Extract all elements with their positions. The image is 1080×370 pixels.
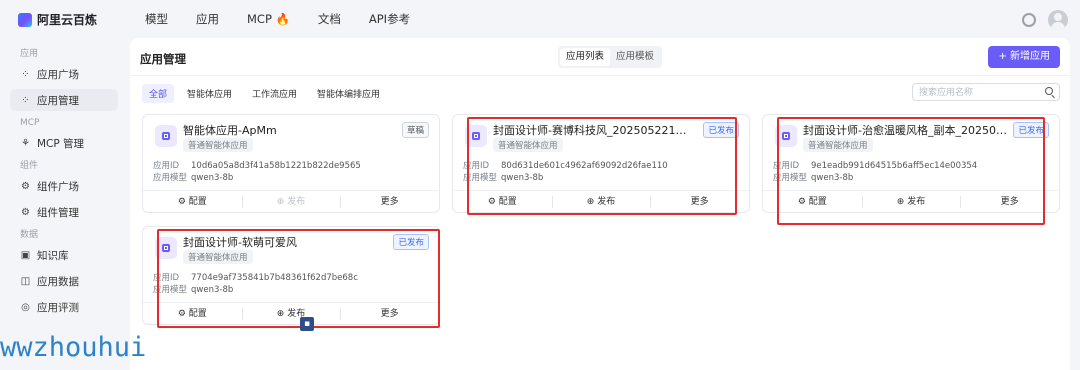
eval-icon: ◎: [21, 301, 30, 313]
filter-agent-apps[interactable]: 智能体应用: [180, 84, 239, 103]
status-badge: 草稿: [401, 122, 429, 138]
view-switch: 应用列表 应用模板: [558, 46, 663, 68]
grid-icon: ⁘: [21, 94, 30, 106]
highlight-box: [467, 117, 737, 215]
search-box: [912, 83, 1060, 101]
app-model-label: 应用模型: [153, 173, 188, 183]
sidebar-item-label: 应用数据: [37, 275, 79, 288]
tab-app-list[interactable]: 应用列表: [560, 48, 611, 66]
new-app-button[interactable]: + 新增应用: [988, 46, 1060, 68]
nav-item-mcp[interactable]: MCP 🔥: [247, 12, 290, 26]
sidebar-item-component-management[interactable]: ⚙ 组件管理: [10, 201, 118, 223]
nav-item-mcp-label: MCP: [247, 12, 272, 26]
search-icon[interactable]: [1045, 87, 1053, 95]
grid-icon: ⁘: [21, 68, 30, 80]
app-card[interactable]: 智能体应用-ApMm 普通智能体应用 草稿 应用ID 10d6a05a8d3f41…: [142, 114, 440, 213]
sidebar-item-component-plaza[interactable]: ⚙ 组件广场: [10, 175, 118, 197]
avatar[interactable]: [1048, 10, 1068, 30]
fire-icon: 🔥: [275, 12, 290, 26]
top-nav: 模型 应用 MCP 🔥 文档 API参考: [145, 0, 438, 38]
nav-item-docs[interactable]: 文档: [318, 11, 341, 27]
filter-workflow-apps[interactable]: 工作流应用: [245, 84, 304, 103]
sidebar-item-mcp-management[interactable]: ⚘ MCP 管理: [10, 132, 118, 154]
tab-app-templates[interactable]: 应用模板: [610, 48, 660, 66]
watermark: wwzhouhui: [0, 332, 147, 363]
app-model-value: qwen3-8b: [191, 173, 234, 183]
logo-icon: [18, 12, 32, 27]
app-id-value: 10d6a05a8d3f41a58b1221b822de9565: [191, 161, 361, 171]
app-type-tag: 普通智能体应用: [183, 138, 253, 152]
sidebar-item-label: 应用评测: [37, 301, 79, 314]
sidebar-item-label: 应用管理: [37, 94, 79, 107]
sidebar-item-app-plaza[interactable]: ⁘ 应用广场: [10, 63, 118, 85]
highlight-box: [157, 229, 440, 328]
sidebar-item-label: 应用广场: [37, 68, 79, 81]
app-id-label: 应用ID: [153, 161, 180, 171]
filter-orchestration-apps[interactable]: 智能体编排应用: [310, 84, 387, 103]
sidebar-item-label: 组件管理: [37, 206, 79, 219]
cursor-marker-icon: ▪: [300, 317, 314, 331]
sidebar-item-app-management[interactable]: ⁘ 应用管理: [10, 89, 118, 111]
app-model-row: 应用模型 qwen3-8b: [153, 171, 233, 183]
sidebar-item-app-evaluation[interactable]: ◎ 应用评测: [10, 296, 118, 318]
book-icon: ▣: [20, 249, 31, 261]
filter-all[interactable]: 全部: [142, 84, 175, 103]
sidebar-group-data: 数据: [20, 230, 39, 240]
chart-icon: ◫: [20, 275, 31, 287]
app-title[interactable]: 智能体应用-ApMm: [183, 122, 383, 138]
sidebar-item-label: 组件广场: [37, 180, 79, 193]
sidebar-item-knowledge-base[interactable]: ▣ 知识库: [10, 244, 118, 266]
card-actions: ⚙ 配置 ⊕ 发布 更多: [143, 190, 439, 212]
filter-tabs: 全部 智能体应用 工作流应用 智能体编排应用: [142, 84, 387, 103]
search-input[interactable]: [913, 85, 1033, 101]
top-bar: 阿里云百炼 模型 应用 MCP 🔥 文档 API参考: [0, 0, 1080, 38]
more-button[interactable]: 更多: [340, 191, 439, 212]
configure-button[interactable]: ⚙ 配置: [143, 191, 242, 212]
app-id-row: 应用ID 10d6a05a8d3f41a58b1221b822de9565: [153, 159, 361, 171]
nav-item-api[interactable]: API参考: [369, 11, 410, 27]
header-divider: [130, 75, 1070, 76]
sidebar-item-label: 知识库: [37, 249, 69, 262]
sidebar-group-components: 组件: [20, 161, 39, 171]
brand-name: 阿里云百炼: [37, 13, 98, 27]
mcp-icon: ⚘: [21, 137, 30, 149]
sidebar-group-apps: 应用: [20, 49, 39, 59]
nav-item-models[interactable]: 模型: [145, 11, 168, 27]
highlight-box: [777, 117, 1045, 225]
sidebar: 应用 ⁘ 应用广场 ⁘ 应用管理 MCP ⚘ MCP 管理 组件 ⚙ 组件广场 ⚙ 组件管…: [0, 38, 128, 370]
sidebar-item-label: MCP 管理: [37, 137, 85, 150]
component-icon: ⚙: [21, 180, 30, 192]
component-icon: ⚙: [21, 206, 30, 218]
nav-item-apps[interactable]: 应用: [196, 11, 219, 27]
sidebar-group-mcp: MCP: [20, 118, 40, 128]
page-title: 应用管理: [140, 52, 186, 66]
settings-icon[interactable]: [1022, 13, 1036, 27]
brand-logo[interactable]: 阿里云百炼: [18, 11, 97, 28]
app-icon: [155, 125, 177, 147]
sidebar-item-app-data[interactable]: ◫ 应用数据: [10, 270, 118, 292]
publish-button[interactable]: ⊕ 发布: [241, 191, 341, 212]
